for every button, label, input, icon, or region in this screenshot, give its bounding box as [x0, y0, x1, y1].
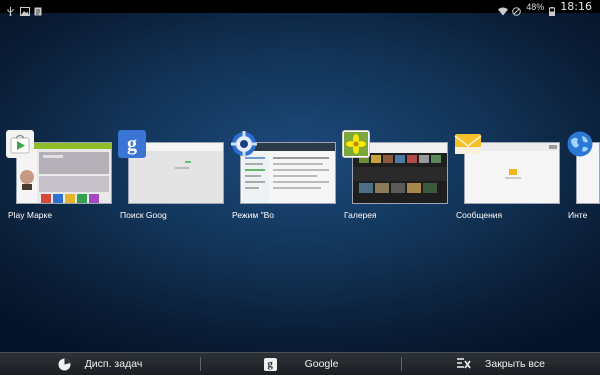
google-search-icon: g: [118, 130, 146, 158]
do-not-disturb-icon: [512, 3, 522, 16]
status-bar: 48% 18:16: [0, 0, 600, 16]
task-manager-label: Дисп. задач: [84, 358, 143, 370]
status-bar-left: [6, 3, 43, 16]
recent-app-card-messages[interactable]: Сообщения: [454, 128, 576, 228]
pie-chart-icon: [58, 358, 71, 371]
recent-app-label: Галерея: [344, 210, 377, 220]
battery-icon: [549, 3, 556, 16]
internet-icon: [566, 130, 594, 158]
close-all-button[interactable]: Закрыть все: [402, 353, 600, 375]
recent-app-label: Поиск Goog: [120, 210, 167, 220]
recent-app-card-settings[interactable]: Режим "Во: [231, 128, 352, 228]
recent-app-card-internet[interactable]: Инте: [567, 128, 600, 228]
close-all-label: Закрыть все: [485, 358, 545, 370]
status-bar-right: 48% 18:16: [498, 0, 592, 16]
settings-icon: [230, 130, 258, 158]
recent-app-label: Режим "Во: [232, 210, 274, 220]
google-button[interactable]: g Google: [201, 353, 401, 375]
wifi-icon: [498, 3, 509, 15]
recent-apps-strip[interactable]: Play Марке g Поиск Goog Режим "Во Галере…: [0, 128, 600, 228]
recent-app-card-play-market[interactable]: Play Марке: [6, 128, 128, 228]
battery-percentage: 48%: [526, 1, 545, 12]
task-manager-button[interactable]: Дисп. задач: [0, 353, 200, 375]
bottom-action-bar: Дисп. задач g Google Закрыть все: [0, 352, 600, 375]
google-label: Google: [304, 358, 339, 370]
google-icon: g: [263, 357, 277, 371]
clock: 18:16: [560, 0, 592, 13]
close-all-icon: [457, 358, 471, 370]
gallery-icon: [342, 130, 370, 158]
recent-app-label: Сообщения: [456, 210, 503, 220]
play-store-icon: [6, 130, 34, 158]
recent-app-card-gallery[interactable]: Галерея: [342, 128, 464, 228]
recent-app-label: Инте: [568, 210, 588, 220]
recent-app-label: Play Марке: [8, 210, 53, 220]
messages-icon: [454, 130, 482, 158]
recent-app-card-google-search[interactable]: g Поиск Goog: [118, 128, 240, 228]
usb-icon: [6, 3, 15, 16]
document-notification-icon: [34, 3, 43, 15]
image-notification-icon: [20, 3, 30, 16]
